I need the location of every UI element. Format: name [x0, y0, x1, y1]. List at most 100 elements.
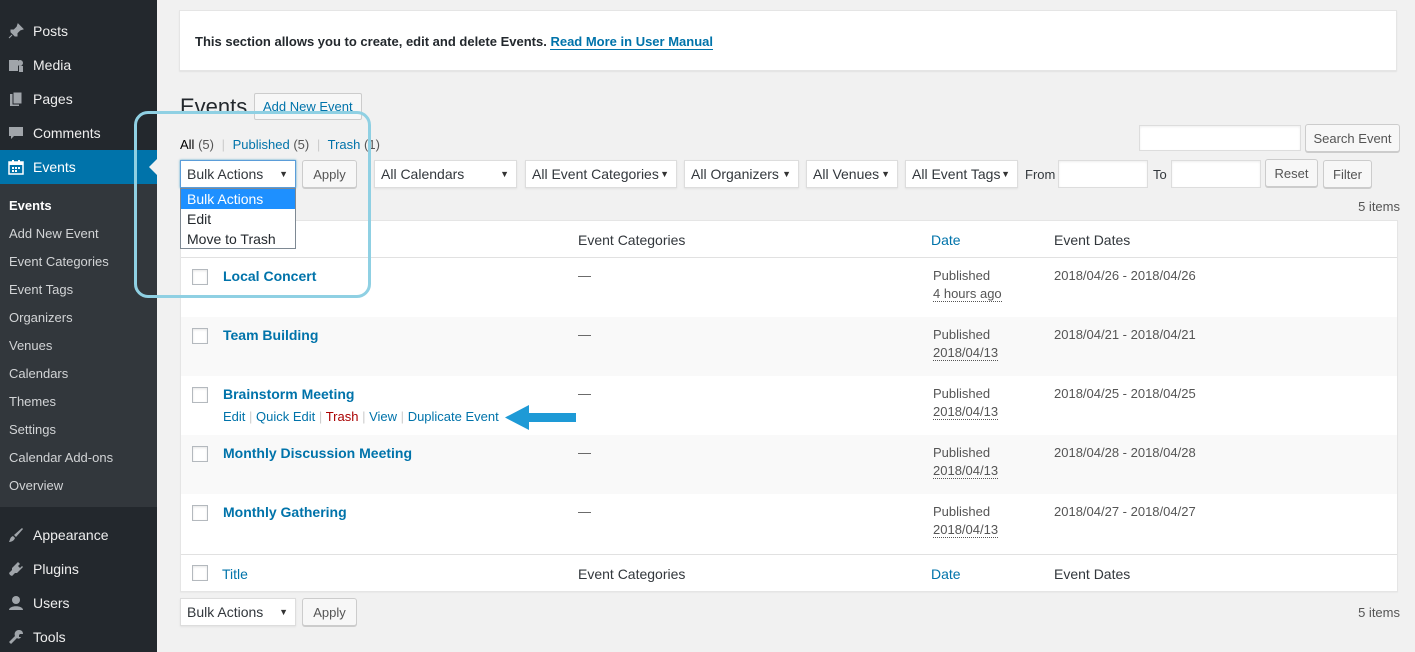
event-tags-select[interactable]: All Event Tags ▼	[905, 160, 1018, 188]
table-row: Brainstorm Meeting Edit | Quick Edit | T…	[181, 376, 1397, 435]
submenu-calendar-add-ons[interactable]: Calendar Add-ons	[9, 450, 113, 465]
view-action[interactable]: View	[369, 409, 397, 424]
menu-users[interactable]: Users	[0, 586, 157, 620]
bulk-actions-select-bottom[interactable]: Bulk Actions ▼	[180, 598, 296, 626]
dropdown-arrow-icon: ▼	[279, 607, 288, 617]
row-actions: Edit | Quick Edit | Trash | View | Dupli…	[223, 409, 499, 424]
event-categories-value: All Event Categories	[532, 166, 659, 182]
submenu-add-new-event[interactable]: Add New Event	[9, 226, 99, 241]
from-date-input[interactable]	[1058, 160, 1148, 188]
dropdown-arrow-icon: ▼	[660, 169, 669, 179]
comment-icon	[7, 124, 25, 142]
notice-text: This section allows you to create, edit …	[195, 34, 547, 49]
pin-icon	[7, 22, 25, 40]
calendars-value: All Calendars	[381, 166, 465, 182]
submenu-themes[interactable]: Themes	[9, 394, 56, 409]
calendars-select[interactable]: All Calendars ▼	[374, 160, 517, 188]
event-status: Published	[933, 445, 991, 460]
menu-label: Media	[33, 57, 72, 73]
table-row: Monthly Gathering — Published 2018/04/13…	[181, 494, 1397, 553]
column-event-dates: Event Dates	[1054, 232, 1131, 248]
menu-posts[interactable]: Posts	[0, 14, 157, 48]
venues-value: All Venues	[813, 166, 880, 182]
venues-select[interactable]: All Venues ▼	[806, 160, 898, 188]
row-checkbox[interactable]	[192, 328, 208, 344]
select-all-checkbox[interactable]	[192, 565, 208, 581]
submenu-events[interactable]: Events	[9, 198, 52, 213]
submenu-calendars[interactable]: Calendars	[9, 366, 68, 381]
event-dates: 2018/04/26 - 2018/04/26	[1054, 268, 1196, 283]
dropdown-arrow-icon: ▼	[500, 169, 509, 179]
highlight-annotation	[134, 111, 371, 298]
pages-icon	[7, 90, 25, 108]
submenu-event-tags[interactable]: Event Tags	[9, 282, 73, 297]
menu-label: Pages	[33, 91, 73, 107]
event-category: —	[578, 327, 591, 342]
quick-edit-action[interactable]: Quick Edit	[256, 409, 315, 424]
media-icon	[7, 56, 25, 74]
row-checkbox[interactable]	[192, 387, 208, 403]
trash-action[interactable]: Trash	[326, 409, 359, 424]
admin-sidebar: Posts Media Pages Comments Events Events…	[0, 0, 157, 652]
event-status: Published	[933, 386, 991, 401]
submenu-settings[interactable]: Settings	[9, 422, 56, 437]
apply-button-bottom[interactable]: Apply	[302, 598, 357, 626]
column-event-categories: Event Categories	[578, 566, 686, 582]
to-date-input[interactable]	[1171, 160, 1261, 188]
organizers-select[interactable]: All Organizers ▼	[684, 160, 799, 188]
event-title-link[interactable]: Brainstorm Meeting	[223, 386, 354, 402]
menu-tools[interactable]: Tools	[0, 620, 157, 652]
column-title-sort[interactable]: Title	[222, 566, 248, 582]
submenu-venues[interactable]: Venues	[9, 338, 52, 353]
info-notice: This section allows you to create, edit …	[179, 10, 1397, 71]
separator: |	[249, 409, 253, 424]
dropdown-arrow-icon: ▼	[1001, 169, 1010, 179]
items-count-bottom: 5 items	[1358, 605, 1400, 620]
separator: |	[400, 409, 405, 424]
duplicate-event-action[interactable]: Duplicate Event	[408, 409, 499, 424]
table-row: Team Building — Published 2018/04/13 201…	[181, 317, 1397, 376]
event-title-link[interactable]: Monthly Gathering	[223, 504, 347, 520]
event-dates: 2018/04/28 - 2018/04/28	[1054, 445, 1196, 460]
submenu-organizers[interactable]: Organizers	[9, 310, 73, 325]
row-checkbox[interactable]	[192, 446, 208, 462]
submenu-event-categories[interactable]: Event Categories	[9, 254, 109, 269]
menu-media[interactable]: Media	[0, 48, 157, 82]
reset-button[interactable]: Reset	[1265, 159, 1318, 187]
user-manual-link[interactable]: Read More in User Manual	[550, 34, 713, 50]
table-footer: Title Event Categories Date Event Dates	[181, 554, 1397, 591]
dropdown-arrow-icon: ▼	[881, 169, 890, 179]
event-dates: 2018/04/21 - 2018/04/21	[1054, 327, 1196, 342]
event-dates: 2018/04/25 - 2018/04/25	[1054, 386, 1196, 401]
menu-label: Tools	[33, 629, 66, 645]
event-title-link[interactable]: Team Building	[223, 327, 318, 343]
separator: |	[318, 409, 323, 424]
event-publish-date: 2018/04/13	[933, 345, 999, 361]
event-category: —	[578, 386, 591, 401]
event-publish-date: 4 hours ago	[933, 286, 1002, 302]
menu-label: Posts	[33, 23, 69, 39]
menu-label: Events	[33, 159, 76, 175]
from-label: From	[1025, 167, 1056, 182]
filter-button[interactable]: Filter	[1323, 160, 1372, 188]
row-checkbox[interactable]	[192, 505, 208, 521]
event-publish-date: 2018/04/13	[933, 463, 999, 479]
plugin-icon	[7, 560, 25, 578]
menu-appearance[interactable]: Appearance	[0, 518, 157, 552]
edit-action[interactable]: Edit	[223, 409, 245, 424]
menu-label: Appearance	[33, 527, 109, 543]
search-event-button[interactable]: Search Event	[1305, 124, 1400, 152]
search-input[interactable]	[1139, 125, 1301, 151]
table-row: Monthly Discussion Meeting — Published 2…	[181, 435, 1397, 494]
column-date-sort[interactable]: Date	[931, 232, 961, 248]
brush-icon	[7, 526, 25, 544]
submenu-overview[interactable]: Overview	[9, 478, 63, 493]
menu-pages[interactable]: Pages	[0, 82, 157, 116]
event-dates: 2018/04/27 - 2018/04/27	[1054, 504, 1196, 519]
event-category: —	[578, 268, 591, 283]
column-date-sort[interactable]: Date	[931, 566, 961, 582]
menu-plugins[interactable]: Plugins	[0, 552, 157, 586]
separator: |	[362, 409, 366, 424]
event-title-link[interactable]: Monthly Discussion Meeting	[223, 445, 412, 461]
event-categories-select[interactable]: All Event Categories ▼	[525, 160, 677, 188]
